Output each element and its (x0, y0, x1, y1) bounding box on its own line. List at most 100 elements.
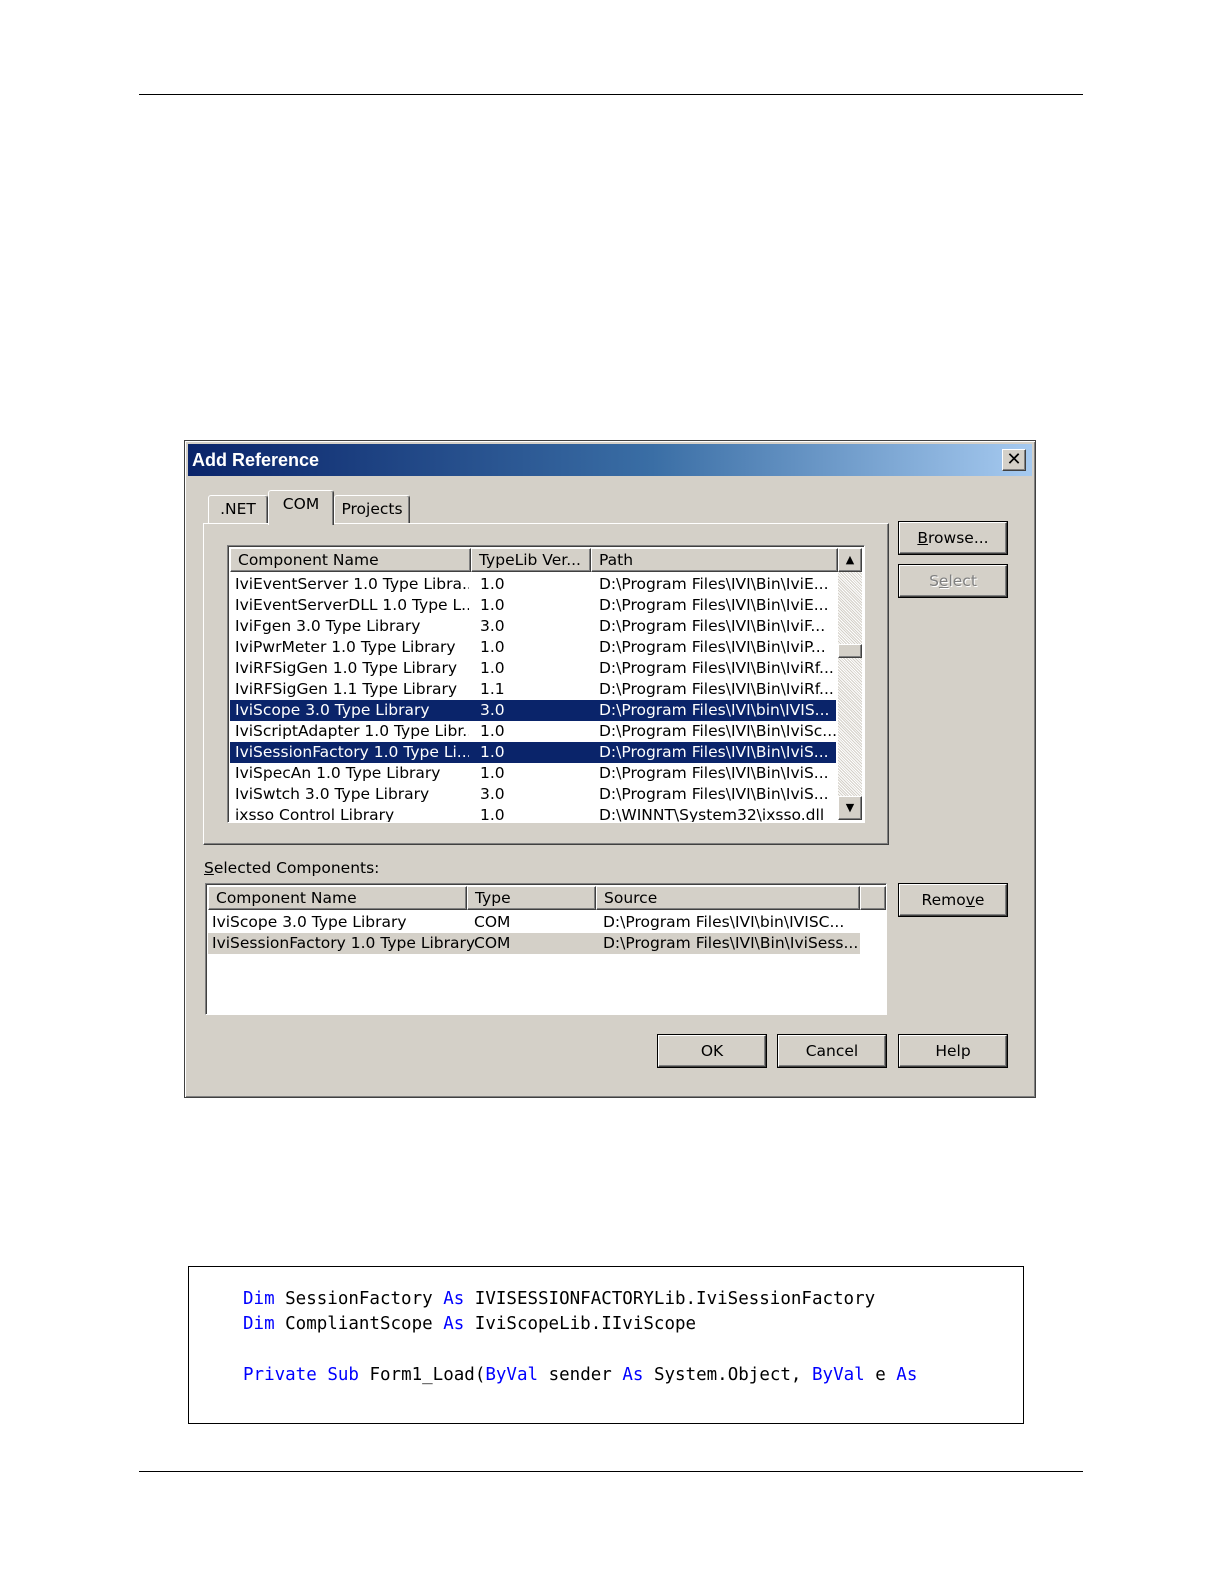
component-version: 1.0 (480, 575, 505, 593)
list-item[interactable]: IviRFSigGen 1.1 Type Library 1.1 D:\Prog… (230, 679, 836, 700)
button-label: S (929, 572, 939, 590)
com-tab-panel: Component Name TypeLib Ver... Path IviEv… (203, 523, 889, 845)
tab-label: .NET (220, 500, 256, 518)
page-top-rule (139, 94, 1083, 95)
selected-name: IviSessionFactory 1.0 Type Library (212, 934, 476, 952)
code-line-3: Private Sub Form1_Load(ByVal sender As S… (243, 1365, 917, 1385)
list-item[interactable]: IviRFSigGen 1.0 Type Library 1.0 D:\Prog… (230, 658, 836, 679)
component-path: D:\Program Files\IVI\Bin\IviS... (599, 743, 829, 761)
component-name: IviEventServerDLL 1.0 Type L... (235, 596, 469, 614)
component-name: IviScope 3.0 Type Library (235, 701, 430, 719)
component-name: ixsso Control Library (235, 806, 395, 823)
label-text: elected Components: (213, 859, 380, 877)
code-text: Form1_Load( (358, 1365, 486, 1385)
code-keyword: As (443, 1314, 465, 1334)
column-path[interactable]: Path (591, 548, 838, 572)
column-component-name[interactable]: Component Name (208, 886, 467, 910)
component-path: D:\Program Files\IVI\Bin\IviE... (599, 596, 829, 614)
component-name: IviRFSigGen 1.0 Type Library (235, 659, 458, 677)
title-bar[interactable]: Add Reference ✕ (188, 444, 1032, 476)
column-source[interactable]: Source (596, 886, 860, 910)
component-name: IviSwtch 3.0 Type Library (235, 785, 430, 803)
scroll-thumb[interactable] (838, 644, 862, 658)
list-item[interactable]: IviSwtch 3.0 Type Library 3.0 D:\Program… (230, 784, 836, 805)
component-version: 1.0 (480, 764, 505, 782)
tab-com[interactable]: COM (268, 490, 334, 525)
button-label: rowse... (928, 529, 989, 547)
tab-projects[interactable]: Projects (334, 495, 410, 523)
component-path: D:\Program Files\IVI\Bin\IviSc... (599, 722, 838, 740)
selected-components-list[interactable]: Component Name Type Source IviScope 3.0 … (205, 883, 887, 1015)
column-component-name[interactable]: Component Name (230, 548, 471, 572)
tab-dotnet[interactable]: .NET (208, 495, 268, 523)
code-keyword: ByVal (485, 1365, 539, 1385)
mnemonic: B (917, 529, 929, 547)
button-label: Cancel (805, 1042, 859, 1060)
code-text: sender (538, 1365, 623, 1385)
component-path: D:\Program Files\IVI\Bin\IviS... (599, 785, 829, 803)
component-name: IviSpecAn 1.0 Type Library (235, 764, 441, 782)
column-filler (860, 886, 886, 910)
component-path: D:\Program Files\IVI\Bin\IviF... (599, 617, 826, 635)
component-version: 1.0 (480, 638, 505, 656)
list-item[interactable]: IviScriptAdapter 1.0 Type Libr... 1.0 D:… (230, 721, 838, 742)
component-version: 1.1 (480, 680, 505, 698)
column-label: Component Name (216, 889, 357, 907)
component-version: 3.0 (480, 785, 505, 803)
list-item[interactable]: IviSpecAn 1.0 Type Library 1.0 D:\Progra… (230, 763, 836, 784)
code-keyword: As (622, 1365, 644, 1385)
ok-button[interactable]: OK (657, 1034, 767, 1068)
column-label: Path (599, 551, 634, 569)
column-label: Type (475, 889, 511, 907)
component-list[interactable]: Component Name TypeLib Ver... Path IviEv… (227, 545, 865, 823)
list-item-selected[interactable]: IviSessionFactory 1.0 Type Li... 1.0 D:\… (230, 742, 836, 763)
code-text: SessionFactory (274, 1289, 444, 1309)
selected-type: COM (474, 913, 511, 931)
list-item-selected[interactable]: IviSessionFactory 1.0 Type Library COM D… (208, 933, 860, 954)
cancel-button[interactable]: Cancel (777, 1034, 887, 1068)
selected-source: D:\Program Files\IVI\Bin\IviSess... (603, 934, 859, 952)
column-type[interactable]: Type (467, 886, 596, 910)
code-text: IVISESSIONFACTORYLib.IviSessionFactory (464, 1289, 876, 1309)
button-label: Remo (921, 891, 966, 909)
help-button[interactable]: Help (898, 1034, 1008, 1068)
list-item[interactable]: IviFgen 3.0 Type Library 3.0 D:\Program … (230, 616, 836, 637)
selected-name: IviScope 3.0 Type Library (212, 913, 407, 931)
code-text: CompliantScope (274, 1314, 444, 1334)
remove-button[interactable]: Remove (898, 883, 1008, 917)
component-list-scrollbar[interactable]: ▲ ▼ (838, 548, 862, 820)
tab-label: Projects (341, 500, 403, 518)
component-version: 1.0 (480, 596, 505, 614)
list-item[interactable]: IviEventServerDLL 1.0 Type L... 1.0 D:\P… (230, 595, 836, 616)
component-version: 1.0 (480, 722, 505, 740)
component-path: D:\Program Files\IVI\Bin\IviS... (599, 764, 829, 782)
page-bottom-rule (139, 1471, 1083, 1472)
code-keyword: Private (243, 1365, 317, 1385)
component-name: IviFgen 3.0 Type Library (235, 617, 421, 635)
list-item-selected[interactable]: IviScope 3.0 Type Library 3.0 D:\Program… (230, 700, 836, 721)
mnemonic: v (965, 891, 975, 909)
code-keyword: Sub (327, 1365, 359, 1385)
code-keyword: As (443, 1289, 465, 1309)
scroll-up-button[interactable]: ▲ (838, 548, 862, 572)
selected-type: COM (474, 934, 511, 952)
component-name: IviSessionFactory 1.0 Type Li... (235, 743, 469, 761)
component-version: 1.0 (480, 659, 505, 677)
code-line-2: Dim CompliantScope As IviScopeLib.IIviSc… (243, 1314, 696, 1334)
browse-button[interactable]: Browse... (898, 521, 1008, 555)
component-path: D:\Program Files\IVI\Bin\IviRf... (599, 659, 834, 677)
list-item[interactable]: IviScope 3.0 Type Library COM D:\Program… (208, 912, 860, 933)
close-button[interactable]: ✕ (1002, 449, 1026, 471)
code-keyword: Dim (243, 1289, 275, 1309)
arrow-up-icon: ▲ (845, 553, 855, 566)
selected-source: D:\Program Files\IVI\bin\IVISC... (603, 913, 845, 931)
code-text: e (864, 1365, 897, 1385)
list-item[interactable]: IviPwrMeter 1.0 Type Library 1.0 D:\Prog… (230, 637, 836, 658)
select-button[interactable]: Select (898, 564, 1008, 598)
list-item[interactable]: ixsso Control Library 1.0 D:\WINNT\Syste… (230, 805, 836, 823)
list-item[interactable]: IviEventServer 1.0 Type Libra... 1.0 D:\… (230, 574, 836, 595)
component-path: D:\Program Files\IVI\Bin\IviE... (599, 575, 829, 593)
component-name: IviRFSigGen 1.1 Type Library (235, 680, 458, 698)
column-typelib-version[interactable]: TypeLib Ver... (471, 548, 591, 572)
scroll-down-button[interactable]: ▼ (838, 796, 862, 820)
